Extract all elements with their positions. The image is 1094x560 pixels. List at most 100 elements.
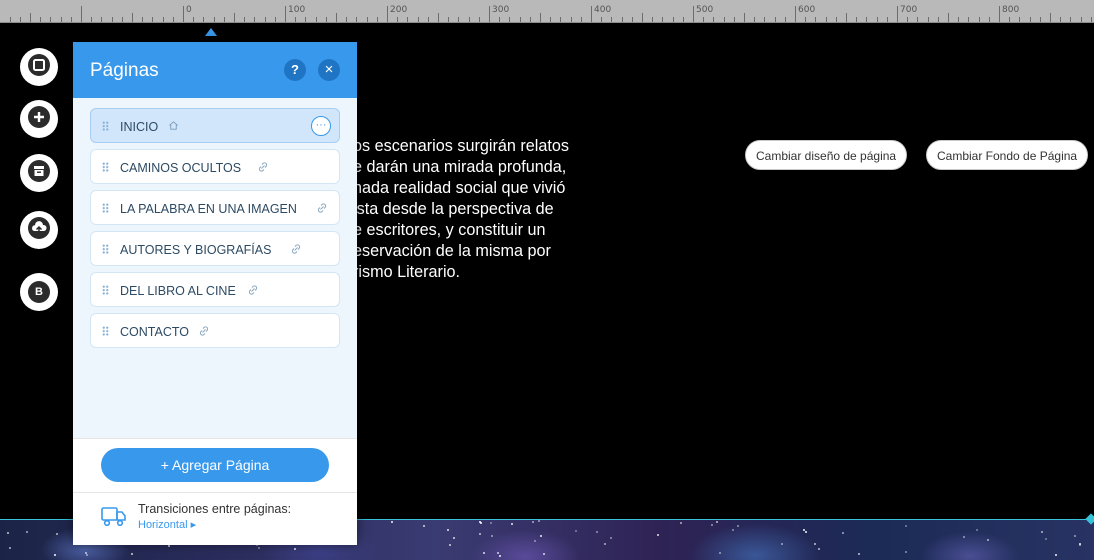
blog-button[interactable]: B [20, 273, 58, 311]
nebula-glow [920, 531, 1020, 560]
star-dot [540, 535, 542, 537]
home-icon [168, 120, 179, 134]
star-dot [905, 551, 907, 553]
star-dot [842, 532, 844, 534]
ruler-tick [9, 17, 11, 22]
ruler-tick [662, 17, 664, 22]
ruler-tick [1009, 17, 1011, 22]
ruler-label: 500 [696, 5, 714, 15]
star-dot [294, 548, 296, 550]
ruler-tick [499, 17, 501, 22]
ruler-tick [468, 17, 470, 22]
add-button[interactable] [20, 100, 58, 138]
footer-divider [73, 492, 357, 493]
page-label: CAMINOS OCULTOS [120, 161, 242, 175]
ruler-tick [886, 17, 888, 22]
page-label: AUTORES Y BIOGRAFÍAS [120, 243, 272, 257]
media-icon [27, 159, 51, 188]
body-line: ista desde la perspectiva de [353, 200, 554, 218]
ruler-tick [642, 13, 643, 22]
page-item-inicio[interactable]: INICIO ··· [90, 108, 340, 143]
page-item-caminos-ocultos[interactable]: CAMINOS OCULTOS [90, 149, 340, 184]
ruler-tick [601, 17, 603, 22]
transitions-label: Transiciones entre páginas: [138, 502, 292, 516]
star-dot [7, 532, 9, 534]
ruler-tick [703, 17, 705, 22]
page-label: LA PALABRA EN UNA IMAGEN [120, 202, 297, 216]
ruler-tick [223, 17, 225, 22]
pages-menu-button[interactable] [20, 48, 58, 86]
ruler-tick [1019, 17, 1021, 22]
ruler-tick [866, 17, 868, 22]
link-icon [257, 161, 269, 176]
ruler-tick [50, 17, 52, 22]
upload-button[interactable] [20, 211, 58, 249]
ruler-tick [111, 17, 113, 22]
change-background-button[interactable]: Cambiar Fondo de Página [926, 140, 1089, 170]
ruler-tick [489, 6, 490, 22]
ruler-tick [121, 17, 123, 22]
ruler-tick [172, 17, 174, 22]
ruler-tick [693, 6, 694, 22]
ruler-tick [1080, 17, 1082, 22]
ruler-label: 800 [1002, 5, 1020, 15]
star-dot [258, 547, 260, 549]
star-dot [610, 537, 612, 539]
drag-handle-icon[interactable] [102, 285, 109, 295]
ruler-tick [366, 17, 368, 22]
ruler-tick [213, 17, 215, 22]
ruler-tick [560, 17, 562, 22]
panel-title: Páginas [90, 60, 159, 81]
drag-handle-icon[interactable] [102, 121, 109, 131]
star-dot [905, 525, 907, 527]
ruler-tick [1029, 17, 1031, 22]
page-item-autores[interactable]: AUTORES Y BIOGRAFÍAS [90, 231, 340, 266]
ruler-label: 700 [900, 5, 918, 15]
help-button[interactable]: ? [284, 59, 306, 81]
ruler-tick [764, 17, 766, 22]
ruler-tick [509, 17, 511, 22]
ruler-tick [1070, 17, 1072, 22]
ruler-tick [376, 17, 378, 22]
ruler-tick [1090, 17, 1092, 22]
star-dot [538, 520, 540, 522]
ruler-tick [387, 6, 388, 22]
ruler-tick [295, 17, 297, 22]
page-more-button[interactable]: ··· [311, 116, 331, 136]
page-item-contacto[interactable]: CONTACTO [90, 313, 340, 348]
drag-handle-icon[interactable] [102, 203, 109, 213]
ruler-tick [805, 17, 807, 22]
panel-footer: + Agregar Página Transiciones entre pági… [73, 438, 357, 545]
ruler-tick [336, 13, 337, 22]
drag-handle-icon[interactable] [102, 162, 109, 172]
media-button[interactable] [20, 154, 58, 192]
body-text[interactable]: os escenarios surgirán relatos e darán u… [353, 136, 614, 283]
close-button[interactable]: × [318, 59, 340, 81]
ruler-tick [152, 17, 154, 22]
ruler-tick [672, 17, 674, 22]
ruler-tick [570, 17, 572, 22]
star-dot [976, 529, 978, 531]
transitions-value-link[interactable]: Horizontal ▸ [138, 518, 196, 531]
star-dot [499, 555, 501, 557]
add-page-button[interactable]: + Agregar Página [101, 448, 329, 482]
link-icon [198, 325, 210, 340]
drag-handle-icon[interactable] [102, 244, 109, 254]
add-icon [27, 105, 51, 134]
change-layout-button[interactable]: Cambiar diseño de página [745, 140, 908, 170]
star-dot [1079, 544, 1081, 546]
body-line: e escritores, y constituir un [353, 221, 546, 239]
page-item-del-libro[interactable]: DEL LIBRO AL CINE [90, 272, 340, 307]
horizontal-ruler[interactable]: 0100200300400500600700800900 [0, 0, 1094, 23]
drag-handle-icon[interactable] [102, 326, 109, 336]
star-dot [987, 539, 989, 541]
upload-icon [27, 216, 51, 245]
ruler-tick [427, 17, 429, 22]
ruler-tick [876, 17, 878, 22]
ruler-tick [162, 17, 164, 22]
ruler-tick [193, 17, 195, 22]
ruler-tick [274, 17, 276, 22]
page-item-la-palabra[interactable]: LA PALABRA EN UNA IMAGEN [90, 190, 340, 225]
page-label: INICIO [120, 120, 159, 134]
ruler-tick [285, 6, 286, 22]
